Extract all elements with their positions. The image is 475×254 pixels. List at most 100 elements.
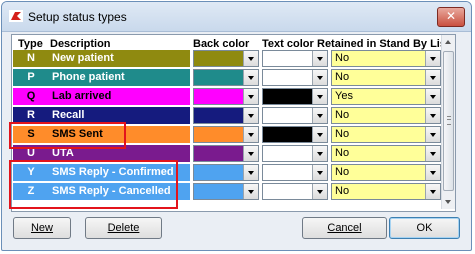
dropdown-arrow-icon[interactable] bbox=[425, 51, 440, 66]
row-type-code[interactable]: N bbox=[13, 50, 49, 67]
dropdown-arrow-icon[interactable] bbox=[425, 184, 440, 199]
setup-status-types-dialog: Setup status types ✕ Type Description Ba… bbox=[1, 1, 472, 251]
back-color-dropdown-swatch bbox=[194, 108, 243, 123]
scroll-down-arrow-icon[interactable] bbox=[443, 195, 454, 208]
dropdown-arrow-icon[interactable] bbox=[425, 165, 440, 180]
dropdown-arrow-icon[interactable] bbox=[312, 165, 327, 180]
dropdown-arrow-icon[interactable] bbox=[243, 89, 258, 104]
highlight-box-sms-sent bbox=[9, 122, 126, 149]
text-color-dropdown-swatch bbox=[263, 184, 312, 199]
dropdown-arrow-icon[interactable] bbox=[425, 108, 440, 123]
text-color-dropdown[interactable] bbox=[262, 183, 328, 200]
back-color-dropdown-swatch bbox=[194, 70, 243, 85]
retained-value: No bbox=[335, 128, 350, 140]
retained-dropdown[interactable]: Yes bbox=[331, 88, 441, 105]
title-bar: Setup status types ✕ bbox=[2, 2, 471, 32]
dropdown-arrow-icon[interactable] bbox=[243, 165, 258, 180]
retained-dropdown[interactable]: No bbox=[331, 164, 441, 181]
dropdown-arrow-icon[interactable] bbox=[312, 70, 327, 85]
text-color-dropdown-swatch bbox=[263, 108, 312, 123]
text-color-dropdown-swatch bbox=[263, 127, 312, 142]
retained-value: No bbox=[335, 71, 350, 83]
row-description[interactable]: Lab arrived bbox=[49, 88, 190, 105]
back-color-dropdown-swatch bbox=[194, 146, 243, 161]
dropdown-arrow-icon[interactable] bbox=[312, 51, 327, 66]
grip-icon bbox=[447, 116, 451, 125]
cancel-button[interactable]: Cancel bbox=[302, 217, 387, 239]
retained-dropdown[interactable]: No bbox=[331, 183, 441, 200]
ok-button[interactable]: OK bbox=[389, 217, 460, 239]
back-color-dropdown-swatch bbox=[194, 165, 243, 180]
dropdown-arrow-icon[interactable] bbox=[243, 127, 258, 142]
back-color-dropdown[interactable] bbox=[193, 126, 259, 143]
scroll-up-arrow-icon[interactable] bbox=[443, 36, 454, 49]
back-color-dropdown[interactable] bbox=[193, 69, 259, 86]
table-row[interactable]: P Phone patient No bbox=[12, 68, 442, 87]
row-type-code[interactable]: Q bbox=[13, 88, 49, 105]
close-button[interactable]: ✕ bbox=[437, 7, 465, 27]
retained-value: No bbox=[335, 52, 350, 64]
table-row[interactable]: Q Lab arrived Yes bbox=[12, 87, 442, 106]
close-icon: ✕ bbox=[445, 9, 457, 23]
delete-button[interactable]: Delete bbox=[85, 217, 162, 239]
back-color-dropdown[interactable] bbox=[193, 183, 259, 200]
dropdown-arrow-icon[interactable] bbox=[425, 89, 440, 104]
back-color-dropdown[interactable] bbox=[193, 107, 259, 124]
back-color-dropdown[interactable] bbox=[193, 164, 259, 181]
ok-button-label: OK bbox=[416, 222, 433, 234]
retained-dropdown[interactable]: No bbox=[331, 69, 441, 86]
back-color-dropdown-swatch bbox=[194, 184, 243, 199]
text-color-dropdown[interactable] bbox=[262, 88, 328, 105]
row-description[interactable]: Phone patient bbox=[49, 69, 190, 86]
text-color-dropdown[interactable] bbox=[262, 145, 328, 162]
dropdown-arrow-icon[interactable] bbox=[312, 146, 327, 161]
text-color-dropdown-swatch bbox=[263, 146, 312, 161]
back-color-dropdown[interactable] bbox=[193, 50, 259, 67]
back-color-dropdown-swatch bbox=[194, 89, 243, 104]
dropdown-arrow-icon[interactable] bbox=[425, 70, 440, 85]
dropdown-arrow-icon[interactable] bbox=[312, 89, 327, 104]
dropdown-arrow-icon[interactable] bbox=[243, 184, 258, 199]
vertical-scrollbar[interactable] bbox=[441, 35, 455, 209]
retained-value: No bbox=[335, 147, 350, 159]
retained-value: No bbox=[335, 185, 350, 197]
dropdown-arrow-icon[interactable] bbox=[425, 127, 440, 142]
row-type-code[interactable]: P bbox=[13, 69, 49, 86]
cancel-button-label: Cancel bbox=[327, 222, 362, 234]
text-color-dropdown[interactable] bbox=[262, 164, 328, 181]
row-description[interactable]: New patient bbox=[49, 50, 190, 67]
retained-value: No bbox=[335, 166, 350, 178]
text-color-dropdown[interactable] bbox=[262, 107, 328, 124]
text-color-dropdown[interactable] bbox=[262, 69, 328, 86]
dropdown-arrow-icon[interactable] bbox=[312, 108, 327, 123]
dropdown-arrow-icon[interactable] bbox=[243, 51, 258, 66]
dropdown-arrow-icon[interactable] bbox=[312, 127, 327, 142]
dropdown-arrow-icon[interactable] bbox=[425, 146, 440, 161]
retained-value: No bbox=[335, 109, 350, 121]
app-icon bbox=[9, 10, 23, 22]
back-color-dropdown-swatch bbox=[194, 51, 243, 66]
scroll-thumb[interactable] bbox=[443, 51, 454, 191]
dropdown-arrow-icon[interactable] bbox=[243, 70, 258, 85]
delete-button-label: Delete bbox=[107, 222, 140, 234]
retained-dropdown[interactable]: No bbox=[331, 50, 441, 67]
text-color-dropdown-swatch bbox=[263, 51, 312, 66]
text-color-dropdown[interactable] bbox=[262, 126, 328, 143]
retained-dropdown[interactable]: No bbox=[331, 145, 441, 162]
back-color-dropdown[interactable] bbox=[193, 88, 259, 105]
retained-value: Yes bbox=[335, 90, 353, 102]
retained-dropdown[interactable]: No bbox=[331, 107, 441, 124]
new-button[interactable]: New bbox=[13, 217, 71, 239]
dropdown-arrow-icon[interactable] bbox=[243, 146, 258, 161]
dropdown-arrow-icon[interactable] bbox=[243, 108, 258, 123]
text-color-dropdown-swatch bbox=[263, 70, 312, 85]
window-title: Setup status types bbox=[28, 10, 127, 24]
highlight-box-sms-replies bbox=[9, 160, 178, 209]
dropdown-arrow-icon[interactable] bbox=[312, 184, 327, 199]
back-color-dropdown-swatch bbox=[194, 127, 243, 142]
text-color-dropdown-swatch bbox=[263, 165, 312, 180]
back-color-dropdown[interactable] bbox=[193, 145, 259, 162]
text-color-dropdown[interactable] bbox=[262, 50, 328, 67]
table-row[interactable]: N New patient No bbox=[12, 49, 442, 68]
retained-dropdown[interactable]: No bbox=[331, 126, 441, 143]
